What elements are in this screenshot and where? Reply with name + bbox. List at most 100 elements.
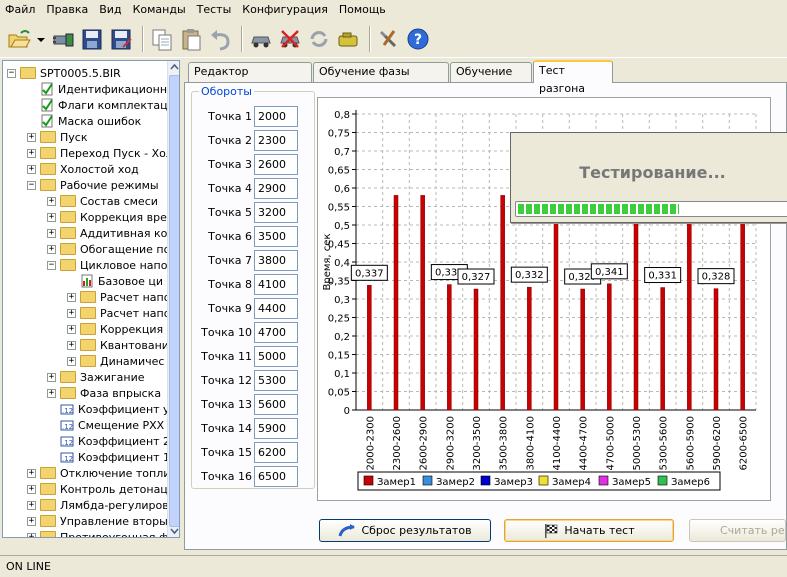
scroll-up-icon[interactable]	[168, 61, 180, 74]
menu-item-5[interactable]: Конфигурация	[237, 0, 334, 19]
tree-node[interactable]: + Управление вторым	[27, 513, 176, 529]
save-as-button[interactable]	[108, 25, 134, 53]
collapse-icon[interactable]: −	[47, 260, 56, 270]
rpm-point-input[interactable]: 5000	[254, 346, 298, 367]
tree-node[interactable]: − Цикловое напол	[47, 257, 174, 273]
rpm-point-input[interactable]: 2000	[254, 106, 298, 127]
tree-node[interactable]: + Аддитивная кор	[47, 225, 174, 241]
menu-item-0[interactable]: Файл	[0, 0, 41, 19]
expand-icon[interactable]: +	[67, 324, 76, 334]
tree-node[interactable]: Маска ошибок	[27, 113, 141, 129]
refresh-button[interactable]	[306, 25, 332, 53]
rpm-point-input[interactable]: 4400	[254, 298, 298, 319]
rpm-point-input[interactable]: 4700	[254, 322, 298, 343]
menu-item-6[interactable]: Помощь	[334, 0, 392, 19]
tree-vertical-scrollbar[interactable]	[167, 61, 180, 537]
copy-button[interactable]	[149, 25, 175, 53]
menu-item-4[interactable]: Тесты	[192, 0, 238, 19]
expand-icon[interactable]: +	[67, 356, 76, 366]
expand-icon[interactable]: +	[47, 372, 56, 382]
rpm-point-input[interactable]: 3500	[254, 226, 298, 247]
engine-button[interactable]	[335, 25, 361, 53]
scroll-down-icon[interactable]	[168, 524, 180, 537]
tree-node[interactable]: + Переход Пуск - Хол	[27, 145, 173, 161]
dropdown-arrow-button[interactable]	[35, 25, 47, 53]
collapse-icon[interactable]: −	[27, 180, 36, 190]
paste-button[interactable]	[178, 25, 204, 53]
tab-3[interactable]: Тест разгона	[533, 60, 613, 95]
tree-node[interactable]: + Динамичес	[67, 353, 164, 369]
tree-node[interactable]: .12 Коэффициент у	[47, 401, 170, 417]
tree-node[interactable]: + Зажигание	[47, 369, 144, 385]
rpm-point-input[interactable]: 2300	[254, 130, 298, 151]
collapse-icon[interactable]: −	[7, 68, 16, 78]
car-button[interactable]	[248, 25, 274, 53]
tree-node[interactable]: − SPT0005.5.BIR	[7, 65, 121, 81]
tree-node[interactable]: + Отключение топлив	[27, 465, 177, 481]
menu-item-1[interactable]: Правка	[41, 0, 94, 19]
read-results-button[interactable]: Считать ре	[689, 519, 786, 542]
tree-node[interactable]: + Состав смеси	[47, 193, 158, 209]
rpm-point-input[interactable]: 2600	[254, 154, 298, 175]
tree-node[interactable]: + Контроль детонаци	[27, 481, 175, 497]
expand-icon[interactable]: +	[47, 228, 56, 238]
expand-icon[interactable]: +	[27, 148, 36, 158]
expand-icon[interactable]: +	[27, 468, 36, 478]
car-disabled-button[interactable]	[277, 25, 303, 53]
expand-icon[interactable]: +	[27, 532, 36, 537]
expand-icon[interactable]: +	[47, 196, 56, 206]
rpm-point-input[interactable]: 5900	[254, 418, 298, 439]
expand-icon[interactable]: +	[27, 484, 36, 494]
tree-node[interactable]: + Противоугонная фу	[27, 529, 175, 537]
rpm-point-input[interactable]: 4100	[254, 274, 298, 295]
expand-icon[interactable]: +	[67, 292, 76, 302]
tree-node[interactable]: + Коррекция н	[67, 321, 174, 337]
tree-node[interactable]: + Фаза впрыска	[47, 385, 161, 401]
expand-icon[interactable]: +	[67, 308, 76, 318]
rpm-point-input[interactable]: 2900	[254, 178, 298, 199]
scroll-thumb[interactable]	[169, 75, 179, 527]
tree-node[interactable]: Флаги комплектаци	[27, 97, 175, 113]
tree-node[interactable]: + Расчет напо	[67, 289, 170, 305]
help-button[interactable]: ?	[405, 25, 431, 53]
tree-node[interactable]: .12 Коэффициент 2	[47, 433, 170, 449]
tree-node[interactable]: + Коррекция врем	[47, 209, 175, 225]
expand-icon[interactable]: +	[27, 516, 36, 526]
save-button[interactable]	[79, 25, 105, 53]
connect-button[interactable]	[50, 25, 76, 53]
tab-2[interactable]: Обучение ALF	[450, 62, 532, 96]
tree-node[interactable]: − Рабочие режимы	[27, 177, 159, 193]
tree-node[interactable]: .12 Коэффициент 1	[47, 449, 170, 465]
rpm-point-input[interactable]: 5600	[254, 394, 298, 415]
menu-item-3[interactable]: Команды	[128, 0, 192, 19]
rpm-point-input[interactable]: 3200	[254, 202, 298, 223]
tree-node[interactable]: Базовое ци	[67, 273, 163, 289]
tab-1[interactable]: Обучение фазы впрыска	[313, 62, 449, 96]
tree-node[interactable]: .12 Смещение РХХ	[47, 417, 164, 433]
tree-node[interactable]: + Холостой ход	[27, 161, 139, 177]
expand-icon[interactable]: +	[27, 132, 36, 142]
expand-icon[interactable]: +	[67, 340, 76, 350]
rpm-point-input[interactable]: 3800	[254, 250, 298, 271]
tree-node[interactable]: + Расчет напо	[67, 305, 170, 321]
undo-button[interactable]	[207, 25, 233, 53]
start-test-button[interactable]: Начать тест	[504, 519, 674, 542]
expand-icon[interactable]: +	[27, 164, 36, 174]
tree-node[interactable]: + Квантовани	[67, 337, 169, 353]
tree-node[interactable]: + Пуск	[27, 129, 87, 145]
expand-icon[interactable]: +	[27, 500, 36, 510]
expand-icon[interactable]: +	[47, 388, 56, 398]
rpm-point-input[interactable]: 6500	[254, 466, 298, 487]
rpm-point-input[interactable]: 6200	[254, 442, 298, 463]
tree-node[interactable]: Идентификационны	[27, 81, 176, 97]
rpm-point-input[interactable]: 5300	[254, 370, 298, 391]
menu-item-2[interactable]: Вид	[94, 0, 127, 19]
tools-button[interactable]	[376, 25, 402, 53]
tree-node[interactable]: + Лямбда-регулирова	[27, 497, 175, 513]
open-folder-button[interactable]	[6, 25, 32, 53]
reset-results-button[interactable]: Сброс результатов	[319, 519, 491, 542]
expand-icon[interactable]: +	[47, 212, 56, 222]
tree-node[interactable]: + Обогащение по	[47, 241, 170, 257]
expand-icon[interactable]: +	[47, 244, 56, 254]
tab-0[interactable]: Редактор калибровок	[188, 62, 312, 96]
